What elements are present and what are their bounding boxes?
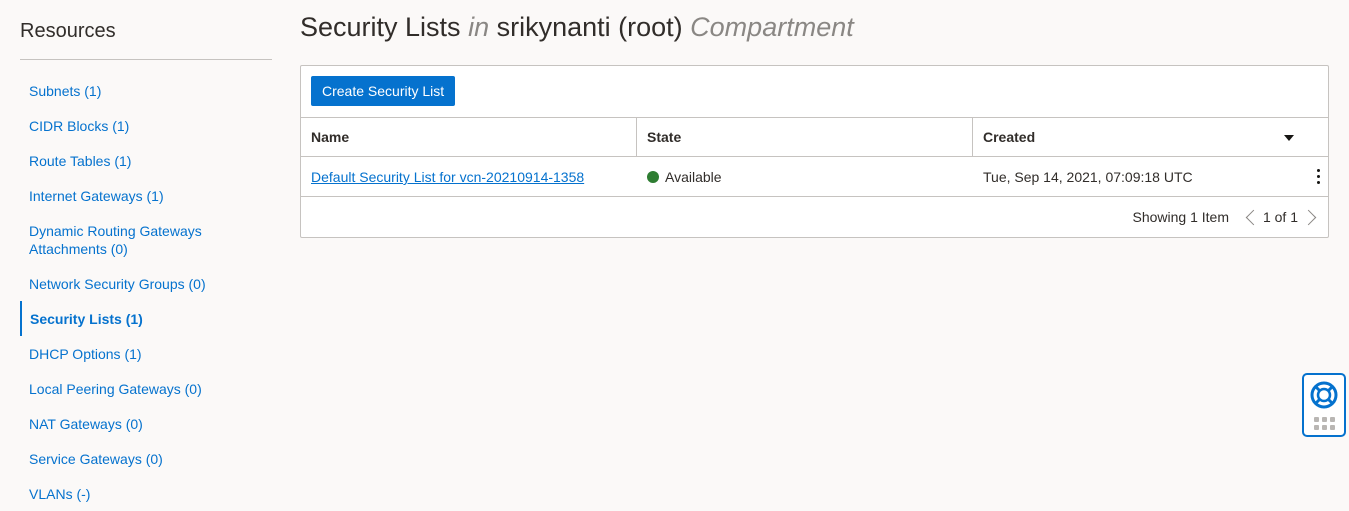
state-label: Available bbox=[665, 169, 722, 185]
sidebar-item-vlans[interactable]: VLANs (-) bbox=[20, 476, 272, 511]
security-list-link[interactable]: Default Security List for vcn-20210914-1… bbox=[311, 169, 584, 185]
column-header-state[interactable]: State bbox=[637, 118, 973, 157]
chevron-left-icon[interactable] bbox=[1243, 197, 1257, 237]
sidebar-item-drg-attachments[interactable]: Dynamic Routing Gateways Attachments (0) bbox=[20, 213, 272, 266]
page-title-compartment-name: srikynanti (root) bbox=[496, 12, 683, 42]
help-widget[interactable] bbox=[1302, 373, 1346, 437]
sidebar-item-local-peering-gateways[interactable]: Local Peering Gateways (0) bbox=[20, 371, 272, 406]
lifebuoy-icon bbox=[1310, 381, 1338, 409]
cell-name: Default Security List for vcn-20210914-1… bbox=[301, 157, 637, 197]
page-title-in: in bbox=[468, 12, 490, 42]
table-row: Default Security List for vcn-20210914-1… bbox=[301, 157, 1328, 197]
sidebar-nav: Subnets (1) CIDR Blocks (1) Route Tables… bbox=[20, 73, 272, 511]
resources-sidebar: Resources Subnets (1) CIDR Blocks (1) Ro… bbox=[20, 0, 272, 510]
cell-created: Tue, Sep 14, 2021, 07:09:18 UTC bbox=[983, 169, 1193, 185]
sidebar-item-cidr-blocks[interactable]: CIDR Blocks (1) bbox=[20, 108, 272, 143]
sidebar-item-security-lists[interactable]: Security Lists (1) bbox=[20, 301, 272, 336]
security-lists-panel: Create Security List Name State Created … bbox=[300, 65, 1329, 238]
sidebar-divider bbox=[20, 59, 272, 60]
page-indicator: 1 of 1 bbox=[1262, 209, 1298, 225]
security-lists-table: Name State Created Default Security List… bbox=[301, 118, 1328, 237]
page-title: Security Lists in srikynanti (root) Comp… bbox=[300, 12, 854, 43]
column-header-created[interactable]: Created bbox=[973, 118, 1328, 157]
sidebar-item-internet-gateways[interactable]: Internet Gateways (1) bbox=[20, 178, 272, 213]
cell-state: Available bbox=[637, 157, 973, 197]
pagination: 1 of 1 bbox=[1243, 197, 1318, 237]
sidebar-item-service-gateways[interactable]: Service Gateways (0) bbox=[20, 441, 272, 476]
table-footer: Showing 1 Item 1 of 1 bbox=[301, 197, 1328, 237]
chevron-right-icon[interactable] bbox=[1304, 197, 1318, 237]
column-header-name[interactable]: Name bbox=[301, 118, 637, 157]
column-header-created-label: Created bbox=[983, 129, 1036, 145]
create-security-list-button[interactable]: Create Security List bbox=[311, 76, 456, 106]
grid-icon bbox=[1314, 417, 1336, 431]
table-toolbar: Create Security List bbox=[301, 66, 1328, 118]
sidebar-item-subnets[interactable]: Subnets (1) bbox=[20, 73, 272, 108]
sidebar-item-network-security-groups[interactable]: Network Security Groups (0) bbox=[20, 266, 272, 301]
kebab-menu-icon[interactable] bbox=[1314, 169, 1322, 185]
sidebar-item-route-tables[interactable]: Route Tables (1) bbox=[20, 143, 272, 178]
page-title-main: Security Lists bbox=[300, 12, 461, 42]
status-dot-icon bbox=[647, 171, 659, 183]
sidebar-item-nat-gateways[interactable]: NAT Gateways (0) bbox=[20, 406, 272, 441]
sidebar-title: Resources bbox=[20, 20, 116, 42]
caret-down-icon[interactable] bbox=[1284, 135, 1294, 141]
table-header: Name State Created bbox=[301, 118, 1328, 157]
sidebar-item-dhcp-options[interactable]: DHCP Options (1) bbox=[20, 336, 272, 371]
showing-count: Showing 1 Item bbox=[1132, 209, 1230, 225]
page-title-compartment-word: Compartment bbox=[690, 12, 854, 42]
